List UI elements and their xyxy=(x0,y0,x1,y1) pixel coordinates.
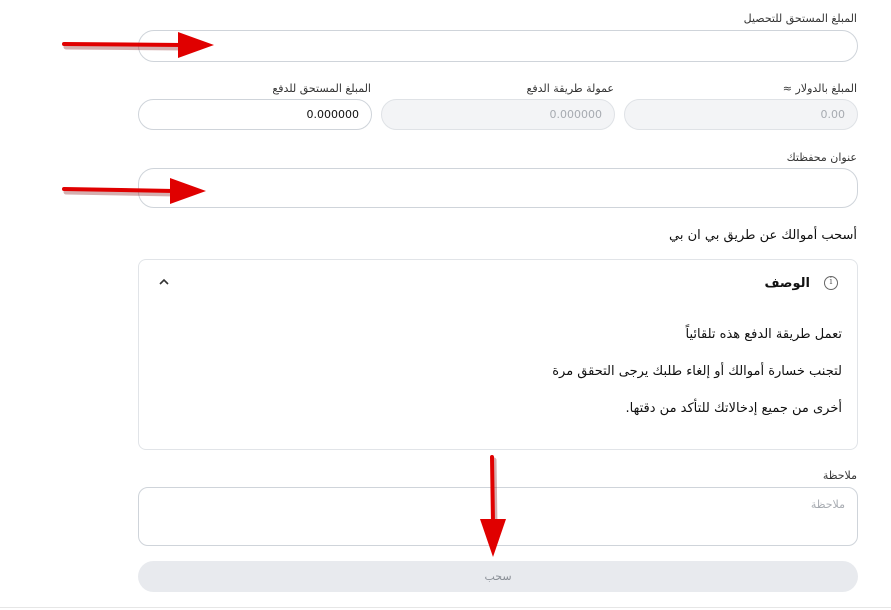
collection-amount-input[interactable] xyxy=(139,31,857,61)
wallet-address-input[interactable] xyxy=(139,169,857,207)
description-card: i الوصف تعمل طريقة الدفع هذه تلقائياً لت… xyxy=(138,259,858,450)
description-line: أخرى من جميع إدخالاتك للتأكد من دقتها. xyxy=(625,401,842,416)
note-field[interactable] xyxy=(138,487,858,546)
payment-fee-label: عمولة طريقة الدفع xyxy=(526,82,615,95)
description-line: تعمل طريقة الدفع هذه تلقائياً xyxy=(685,327,842,342)
usd-amount-input xyxy=(625,100,857,129)
note-textarea[interactable] xyxy=(139,488,857,545)
payment-fee-field xyxy=(381,99,615,130)
chevron-up-icon[interactable] xyxy=(155,272,173,290)
collection-amount-field[interactable] xyxy=(138,30,858,62)
description-title: الوصف xyxy=(764,276,810,291)
usd-amount-field xyxy=(624,99,858,130)
info-icon: i xyxy=(824,276,838,290)
amount-due-field[interactable] xyxy=(138,99,372,130)
usd-amount-label: المبلغ بالدولار ≈ xyxy=(782,82,857,95)
bottom-divider xyxy=(0,607,891,608)
withdraw-submit-button[interactable]: سحب xyxy=(138,561,858,592)
collection-amount-label: المبلغ المستحق للتحصيل xyxy=(743,12,857,25)
wallet-address-field[interactable] xyxy=(138,168,858,208)
wallet-address-label: عنوان محفظتك xyxy=(786,151,857,164)
note-label: ملاحظة xyxy=(822,469,857,482)
payment-fee-input xyxy=(382,100,614,129)
description-line: لتجنب خسارة أموالك أو إلغاء طلبك يرجى ال… xyxy=(552,364,842,379)
amount-due-label: المبلغ المستحق للدفع xyxy=(272,82,371,95)
amount-due-input[interactable] xyxy=(139,100,371,129)
withdraw-heading: أسحب أموالك عن طريق بي ان بي xyxy=(669,228,857,243)
